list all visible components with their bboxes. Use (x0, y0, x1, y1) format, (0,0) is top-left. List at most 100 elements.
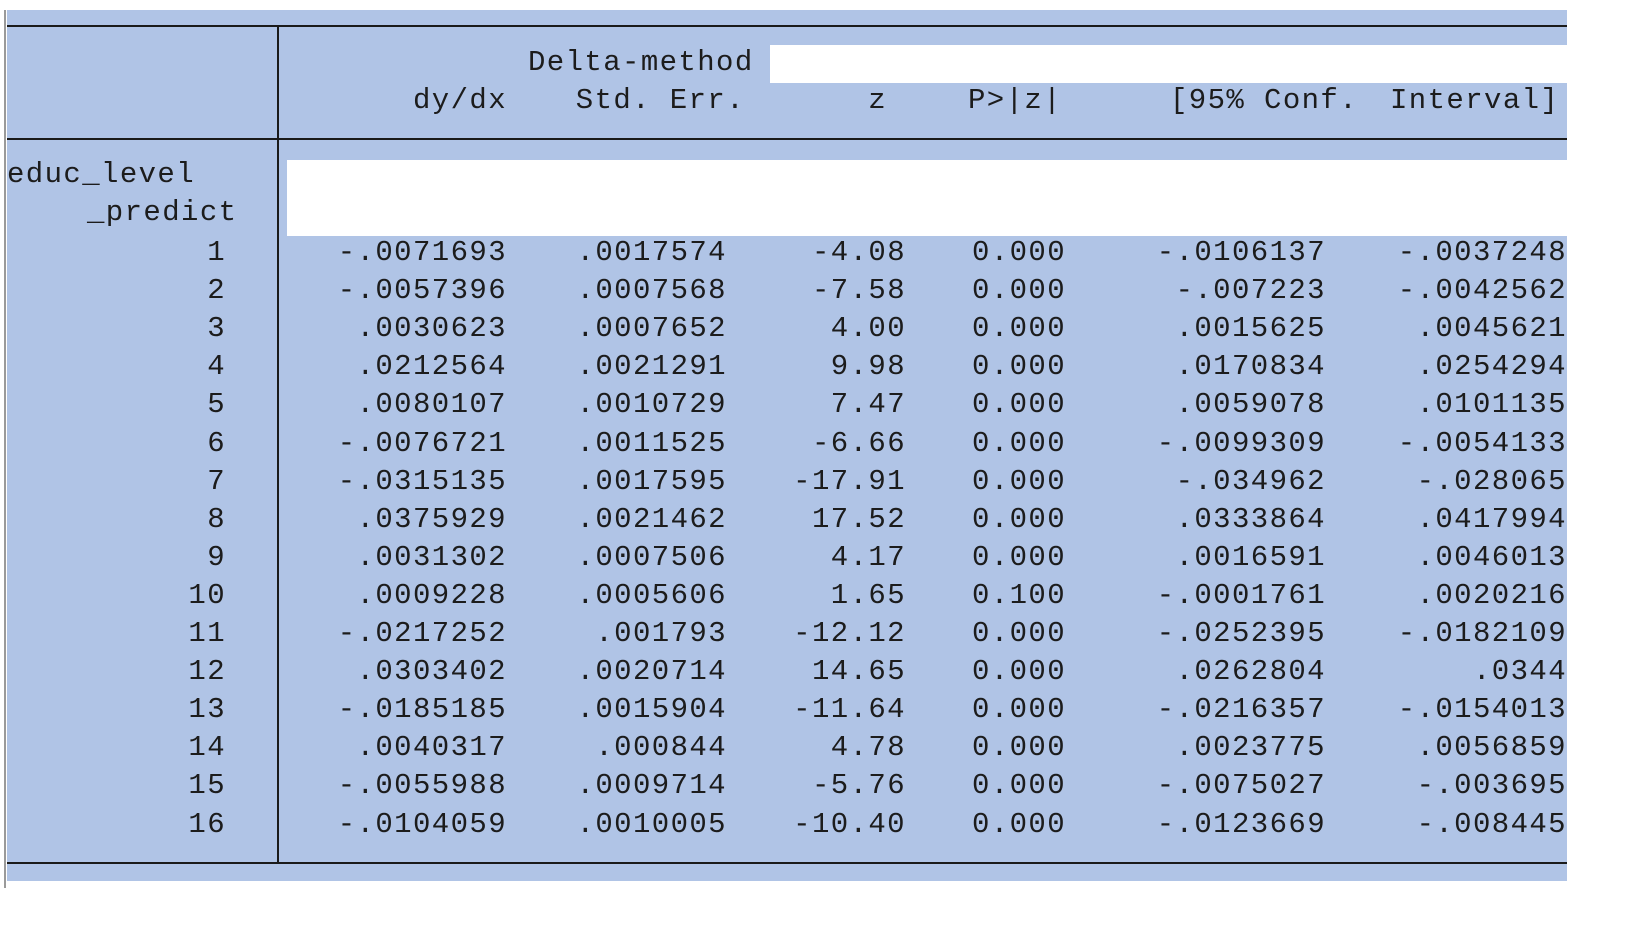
conf-low-cell: -.034962 (1175, 464, 1326, 498)
std-err-cell: .0021462 (576, 502, 727, 536)
p-value-cell: 0.000 (971, 274, 1066, 308)
z-cell: -7.58 (811, 274, 906, 308)
row-label-divider (277, 25, 279, 862)
conf-high-cell: -.0037248 (1397, 236, 1567, 269)
std-err-cell: .000844 (595, 731, 727, 765)
dydx-cell: -.0315135 (337, 464, 507, 498)
row-number: 3 (207, 312, 226, 346)
row-number: 10 (188, 578, 226, 612)
row-number: 12 (188, 655, 226, 689)
std-err-cell: .0017574 (576, 236, 727, 269)
conf-low-cell: -.0099309 (1156, 426, 1326, 460)
column-header-conf-low: [95% Conf. (1170, 84, 1359, 117)
dydx-cell: -.0055988 (337, 769, 507, 803)
p-value-cell: 0.000 (971, 617, 1066, 650)
conf-low-cell: .0016591 (1175, 540, 1326, 574)
std-err-cell: .0009714 (576, 769, 727, 803)
z-cell: 7.47 (830, 388, 906, 422)
std-err-cell: .0007652 (576, 312, 727, 346)
conf-high-cell: -.0042562 (1397, 274, 1567, 308)
conf-high-cell: .0056859 (1416, 731, 1567, 765)
p-value-cell: 0.000 (971, 540, 1066, 574)
dydx-cell: .0040317 (356, 731, 507, 765)
row-number: 1 (207, 236, 226, 269)
conf-high-cell: -.028065 (1416, 464, 1567, 498)
dydx-cell: .0030623 (356, 312, 507, 346)
p-value-cell: 0.000 (971, 312, 1066, 346)
std-err-cell: .0010729 (576, 388, 727, 422)
conf-high-cell: .0046013 (1416, 540, 1567, 574)
conf-high-cell: .0417994 (1416, 502, 1567, 536)
std-err-cell: .0015904 (576, 693, 727, 727)
conf-high-cell: .0045621 (1416, 312, 1567, 346)
conf-low-cell: -.007223 (1175, 274, 1326, 308)
row-number: 5 (207, 388, 226, 422)
row-label-highlight-box (287, 160, 1567, 236)
p-value-cell: 0.000 (971, 807, 1066, 841)
std-err-cell: .0011525 (576, 426, 727, 460)
z-cell: 17.52 (811, 502, 906, 536)
row-number: 8 (207, 502, 226, 536)
conf-low-cell: .0170834 (1175, 350, 1326, 384)
dydx-cell: .0375929 (356, 502, 507, 536)
column-header-conf-high: Interval] (1390, 84, 1560, 117)
z-cell: -6.66 (811, 426, 906, 460)
column-header-dydx: dy/dx (412, 84, 507, 117)
row-number: 6 (207, 426, 226, 460)
row-number: 13 (188, 693, 226, 727)
z-cell: -5.76 (811, 769, 906, 803)
conf-low-cell: -.0216357 (1156, 693, 1326, 727)
z-cell: 14.65 (811, 655, 906, 689)
results-table-panel (7, 10, 1567, 881)
row-number: 9 (207, 540, 226, 574)
z-cell: 4.78 (830, 731, 906, 765)
conf-low-cell: -.0106137 (1156, 236, 1326, 269)
std-err-cell: .001793 (595, 617, 727, 650)
p-value-cell: 0.000 (971, 731, 1066, 765)
header-bottom-rule (7, 138, 1567, 140)
variable-label: educ_level (7, 158, 196, 191)
std-err-cell: .0021291 (576, 350, 727, 384)
z-cell: -4.08 (811, 236, 906, 269)
p-value-cell: 0.000 (971, 502, 1066, 536)
dydx-cell: -.0076721 (337, 426, 507, 460)
conf-high-cell: .0101135 (1416, 388, 1567, 422)
row-number: 14 (188, 731, 226, 765)
dydx-cell: -.0071693 (337, 236, 507, 269)
table-top-rule (7, 25, 1567, 27)
row-number: 4 (207, 350, 226, 384)
column-header-std-err: Std. Err. (575, 84, 745, 117)
conf-high-cell: -.0154013 (1397, 693, 1567, 727)
p-value-cell: 0.000 (971, 388, 1066, 422)
std-err-cell: .0017595 (576, 464, 727, 498)
left-edge-rule (4, 10, 6, 888)
conf-high-cell: -.0182109 (1397, 617, 1567, 650)
z-cell: 9.98 (830, 350, 906, 384)
dydx-cell: .0080107 (356, 388, 507, 422)
conf-low-cell: .0015625 (1175, 312, 1326, 346)
std-err-cell: .0007568 (576, 274, 727, 308)
conf-low-cell: .0023775 (1175, 731, 1326, 765)
dydx-cell: .0212564 (356, 350, 507, 384)
row-number: 15 (188, 769, 226, 803)
dydx-cell: -.0185185 (337, 693, 507, 727)
row-number: 11 (188, 617, 226, 650)
p-value-cell: 0.000 (971, 464, 1066, 498)
row-number: 2 (207, 274, 226, 308)
dydx-cell: .0031302 (356, 540, 507, 574)
conf-low-cell: .0262804 (1175, 655, 1326, 689)
z-cell: -17.91 (793, 464, 906, 498)
conf-low-cell: -.0001761 (1156, 578, 1326, 612)
conf-low-cell: .0333864 (1175, 502, 1326, 536)
row-number: 16 (188, 807, 226, 841)
z-cell: 1.65 (830, 578, 906, 612)
column-header-z: z (868, 84, 887, 117)
row-number: 7 (207, 464, 226, 498)
std-err-cell: .0020714 (576, 655, 727, 689)
conf-high-cell: -.008445 (1416, 807, 1567, 841)
p-value-cell: 0.000 (971, 350, 1066, 384)
table-bottom-rule (7, 862, 1567, 864)
column-header-p-value: P>|z| (968, 84, 1063, 117)
dydx-cell: .0303402 (356, 655, 507, 689)
variable-sublabel: _predict (87, 196, 238, 229)
